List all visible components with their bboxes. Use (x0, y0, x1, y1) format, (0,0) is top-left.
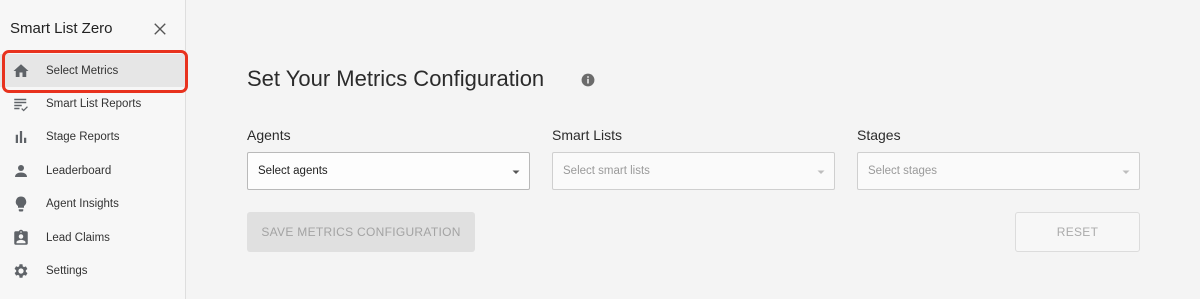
sidebar-item-label: Smart List Reports (46, 98, 142, 111)
agents-label: Agents (247, 127, 291, 143)
sidebar-item-label: Lead Claims (46, 231, 110, 244)
smart-lists-select-value: Select smart lists (563, 165, 650, 177)
caret-down-icon (816, 167, 826, 177)
stages-select-value: Select stages (868, 165, 938, 177)
lightbulb-icon (12, 195, 30, 213)
person-icon (12, 162, 30, 180)
sidebar-item-label: Select Metrics (46, 64, 119, 77)
sidebar-item-label: Leaderboard (46, 164, 112, 177)
caret-down-icon (1121, 167, 1131, 177)
agents-select[interactable]: Select agents (247, 152, 530, 190)
caret-down-icon (511, 167, 521, 177)
sidebar-item-leaderboard[interactable]: Leaderboard (0, 154, 185, 187)
smart-lists-label: Smart Lists (552, 127, 623, 143)
sidebar-item-label: Stage Reports (46, 131, 120, 144)
info-icon[interactable] (581, 73, 595, 87)
close-icon[interactable] (151, 20, 169, 38)
sidebar-item-agent-insights[interactable]: Agent Insights (0, 188, 185, 221)
sidebar-item-label: Settings (46, 265, 88, 278)
agents-select-value: Select agents (258, 165, 328, 177)
sidebar-nav: Select Metrics Smart List Reports Stage … (0, 54, 185, 288)
list-check-icon (12, 95, 30, 113)
sidebar-item-label: Agent Insights (46, 198, 119, 211)
stages-label: Stages (857, 127, 901, 143)
main-content: Set Your Metrics Configuration Agents Se… (187, 0, 1200, 299)
bar-chart-icon (12, 128, 30, 146)
sidebar-header: Smart List Zero (0, 0, 185, 56)
app-title: Smart List Zero (10, 20, 113, 37)
assignment-ind-icon (12, 229, 30, 247)
sidebar-item-smart-list-reports[interactable]: Smart List Reports (0, 87, 185, 120)
stages-select[interactable]: Select stages (857, 152, 1140, 190)
sidebar: Smart List Zero Select Metrics Smart Lis… (0, 0, 188, 299)
sidebar-item-settings[interactable]: Settings (0, 254, 185, 287)
sidebar-item-lead-claims[interactable]: Lead Claims (0, 221, 185, 254)
save-metrics-button[interactable]: SAVE METRICS CONFIGURATION (247, 212, 475, 252)
home-icon (12, 62, 30, 80)
sidebar-item-select-metrics[interactable]: Select Metrics (0, 54, 185, 88)
reset-button[interactable]: RESET (1015, 212, 1140, 252)
sidebar-item-stage-reports[interactable]: Stage Reports (0, 121, 185, 154)
page-title: Set Your Metrics Configuration (247, 66, 545, 91)
gear-icon (12, 262, 30, 280)
smart-lists-select[interactable]: Select smart lists (552, 152, 835, 190)
